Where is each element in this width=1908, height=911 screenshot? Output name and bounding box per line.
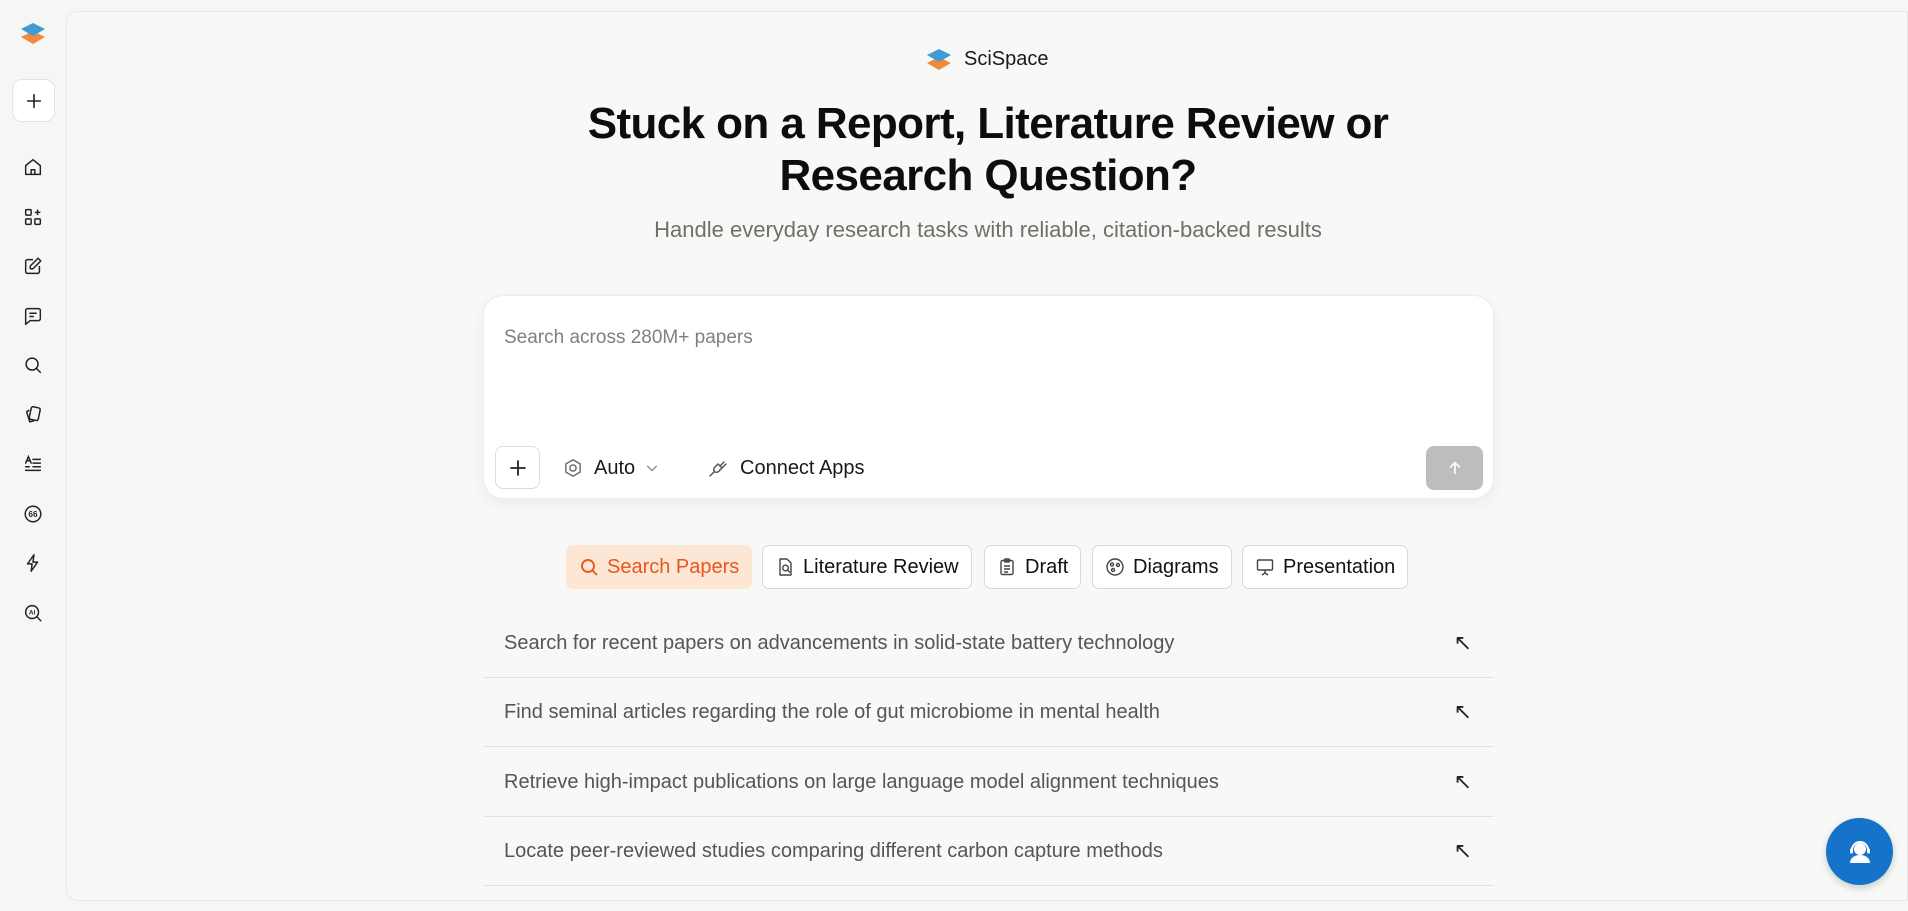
brand-name: SciSpace bbox=[964, 47, 1049, 70]
ai-detect-icon: AI bbox=[24, 604, 42, 622]
lightning-icon bbox=[26, 554, 39, 572]
arrow-up-left-icon: ↖ bbox=[1453, 838, 1472, 863]
suggestion-item[interactable]: Locate peer-reviewed studies comparing d… bbox=[483, 817, 1494, 886]
suggestion-item[interactable]: Find seminal articles regarding the role… bbox=[483, 678, 1494, 747]
plus-icon bbox=[26, 93, 41, 108]
plug-icon bbox=[709, 461, 727, 477]
suggestion-item[interactable]: Search for recent papers on advancements… bbox=[483, 609, 1494, 678]
scispace-logo-icon bbox=[927, 49, 951, 70]
suggestion-text: Retrieve high-impact publications on lar… bbox=[504, 770, 1219, 793]
chip-label: Literature Review bbox=[803, 555, 959, 578]
chip-label: Diagrams bbox=[1133, 555, 1219, 578]
send-button[interactable] bbox=[1426, 446, 1483, 490]
sidebar-item-apps[interactable] bbox=[16, 200, 50, 234]
sidebar-item-lightning[interactable] bbox=[16, 546, 50, 580]
model-selector[interactable]: Auto bbox=[562, 452, 659, 484]
svg-text:AI: AI bbox=[29, 609, 36, 616]
chip-presentation[interactable]: Presentation bbox=[1242, 545, 1409, 589]
chip-literature-review[interactable]: Literature Review bbox=[762, 545, 972, 589]
search-input[interactable] bbox=[504, 318, 1464, 358]
plus-icon bbox=[509, 459, 526, 476]
edit-icon bbox=[24, 257, 42, 275]
sidebar-item-chat[interactable] bbox=[16, 299, 50, 333]
connect-apps-button[interactable]: Connect Apps bbox=[706, 452, 865, 484]
sidebar-item-citation[interactable]: 66 bbox=[16, 497, 50, 531]
search-icon bbox=[25, 357, 42, 374]
arrow-up-left-icon: ↖ bbox=[1453, 630, 1472, 655]
svg-text:66: 66 bbox=[28, 510, 38, 519]
chip-label: Presentation bbox=[1283, 555, 1396, 578]
cards-icon bbox=[25, 405, 41, 423]
chip-draft[interactable]: Draft bbox=[984, 545, 1082, 589]
sidebar-item-paraphrase[interactable] bbox=[16, 447, 50, 481]
chip-search-papers[interactable]: Search Papers bbox=[566, 545, 753, 589]
suggestion-text: Locate peer-reviewed studies comparing d… bbox=[504, 839, 1163, 862]
page-subtitle: Handle everyday research tasks with reli… bbox=[654, 217, 1322, 242]
sidebar-item-ai-detector[interactable]: AI bbox=[16, 596, 50, 630]
headset-support-icon bbox=[1849, 840, 1870, 863]
arrow-up-left-icon: ↖ bbox=[1453, 699, 1472, 724]
literature-review-icon bbox=[779, 558, 792, 576]
suggestion-text: Find seminal articles regarding the role… bbox=[504, 700, 1160, 723]
chat-icon bbox=[24, 307, 42, 325]
draft-icon bbox=[1000, 558, 1014, 576]
brand-header: SciSpace bbox=[924, 42, 1049, 76]
suggestion-text: Search for recent papers on advancements… bbox=[504, 631, 1175, 654]
diagrams-icon bbox=[1106, 558, 1124, 576]
attach-button[interactable] bbox=[495, 446, 540, 489]
chip-diagrams[interactable]: Diagrams bbox=[1092, 545, 1232, 589]
presentation-icon bbox=[1256, 559, 1274, 576]
model-gear-icon bbox=[565, 458, 581, 478]
quote-icon: 66 bbox=[24, 505, 42, 523]
home-icon bbox=[24, 158, 42, 176]
support-chat-button[interactable] bbox=[1826, 818, 1893, 885]
sidebar-item-cards[interactable] bbox=[16, 398, 50, 432]
model-label: Auto bbox=[594, 456, 636, 479]
new-chat-button[interactable] bbox=[12, 79, 55, 122]
page-title: Stuck on a Report, Literature Review or … bbox=[587, 99, 1389, 200]
suggestion-item[interactable]: Retrieve high-impact publications on lar… bbox=[483, 748, 1494, 817]
search-papers-icon bbox=[581, 559, 598, 576]
connect-apps-label: Connect Apps bbox=[740, 456, 865, 479]
apps-grid-icon bbox=[24, 208, 42, 226]
sidebar-item-search[interactable] bbox=[16, 348, 50, 382]
search-panel: Auto Connect Apps bbox=[483, 295, 1494, 499]
arrow-up-icon bbox=[1449, 461, 1460, 475]
sidebar: 66 AI bbox=[0, 0, 66, 911]
sidebar-item-write[interactable] bbox=[16, 249, 50, 283]
chevron-down-icon bbox=[647, 465, 658, 472]
chip-label: Search Papers bbox=[607, 555, 740, 578]
scispace-logo-icon[interactable] bbox=[18, 18, 48, 48]
sidebar-item-home[interactable] bbox=[16, 150, 50, 184]
arrow-up-left-icon: ↖ bbox=[1453, 769, 1472, 794]
chip-label: Draft bbox=[1025, 555, 1069, 578]
text-list-icon bbox=[24, 454, 42, 472]
